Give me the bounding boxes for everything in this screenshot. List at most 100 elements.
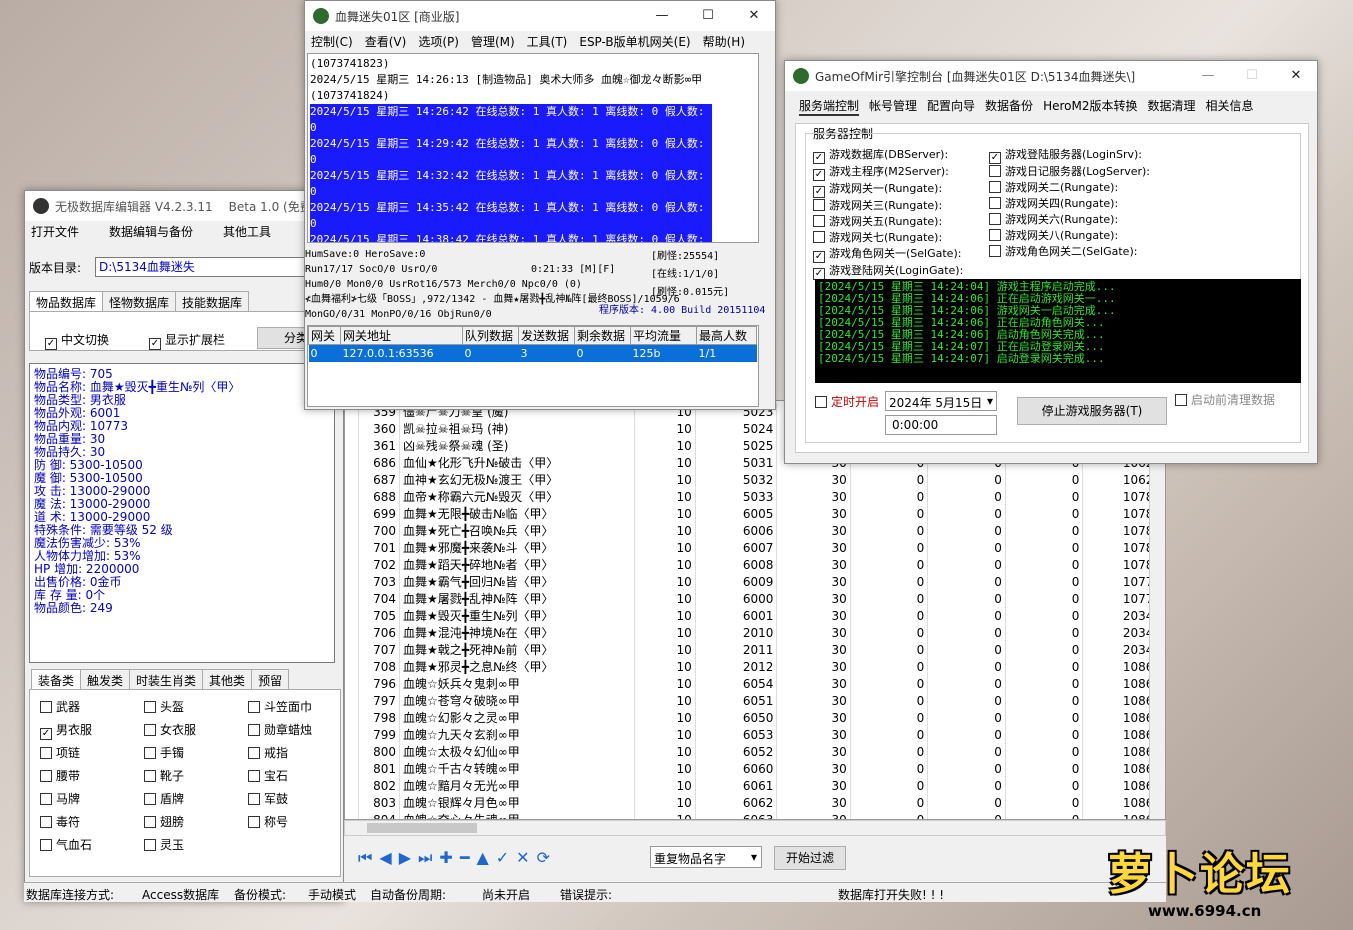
table-row[interactable]: 688 血帝★称霸六元№毁灭〈甲〉 10 5033 30 0 0 0 10781 xyxy=(345,488,1165,505)
gom-tab[interactable]: 数据清理 xyxy=(1147,97,1195,116)
table-row[interactable]: 798 血魄☆幻影々之灵∞甲 10 6050 30 0 0 0 10864 xyxy=(345,709,1165,726)
menu-edit-backup[interactable]: 数据编辑与备份 xyxy=(109,223,193,240)
table-row[interactable]: 705 血舞★毁灭╋重生№列〈甲〉 10 6001 30 0 0 0 20343 xyxy=(345,607,1165,624)
filter-button[interactable]: 开始过滤 xyxy=(774,846,846,870)
cat-tab-reserved[interactable]: 预留 xyxy=(251,669,290,691)
server-check[interactable]: 游戏网关四(Rungate): xyxy=(989,196,1150,212)
server-check[interactable]: 游戏网关五(Rungate): xyxy=(813,214,963,230)
category-check[interactable]: 女衣服 xyxy=(144,721,196,738)
close-icon[interactable]: ✕ xyxy=(1273,61,1317,91)
table-row[interactable]: 706 血舞★混沌╋神境№在〈甲〉 10 2010 30 0 0 0 20341 xyxy=(345,624,1165,641)
minimize-icon[interactable]: — xyxy=(1185,61,1231,91)
cat-tab-other[interactable]: 其他类 xyxy=(202,669,253,691)
clean-check[interactable]: 启动前清理数据 xyxy=(1175,391,1275,408)
gom-tab[interactable]: 数据备份 xyxy=(985,97,1033,116)
nav-icons[interactable]: ⏮◀▶⏭✚━▲✓✕⟳ xyxy=(358,848,557,868)
category-check[interactable]: 灵玉 xyxy=(144,836,184,853)
server-check[interactable]: 游戏日记服务器(LogServer): xyxy=(989,164,1150,180)
gom-tab[interactable]: 帐号管理 xyxy=(869,97,917,116)
opt-ext[interactable]: ✓ 显示扩展栏 xyxy=(149,331,225,350)
timer-check[interactable]: 定时开启 xyxy=(815,393,879,410)
category-check[interactable]: 头盔 xyxy=(144,698,184,715)
m2-menu-item[interactable]: 管理(M) xyxy=(471,33,515,50)
maximize-icon[interactable]: ☐ xyxy=(1229,61,1275,91)
table-row[interactable]: 700 血舞★死亡╋召唤№兵〈甲〉 10 6006 30 0 0 0 10785 xyxy=(345,522,1165,539)
cat-tab-trigger[interactable]: 触发类 xyxy=(80,669,131,691)
category-check[interactable]: 腰带 xyxy=(40,767,80,784)
gateway-row[interactable]: 0 127.0.0.1:63536 0 3 0 125b 1/1 xyxy=(308,344,757,362)
category-check[interactable]: 靴子 xyxy=(144,767,184,784)
category-check[interactable]: ✓ 男衣服 xyxy=(40,721,92,740)
server-check[interactable]: ✓ 游戏网关一(Rungate): xyxy=(813,181,963,198)
cat-tab-equip[interactable]: 装备类 xyxy=(31,669,82,691)
cat-tab-fashion[interactable]: 时装生肖类 xyxy=(129,669,204,691)
server-check[interactable]: 游戏网关二(Rungate): xyxy=(989,180,1150,196)
table-row[interactable]: 802 血魄☆黯月々无光∞甲 10 6061 30 0 0 0 10868 xyxy=(345,777,1165,794)
date-picker[interactable]: 2024年 5月15日 ▾ xyxy=(885,391,997,411)
m2-menu-item[interactable]: 工具(T) xyxy=(527,33,568,50)
server-check[interactable]: ✓ 游戏主程序(M2Server): xyxy=(813,164,963,181)
table-row[interactable]: 801 血魄☆千古々转魄∞甲 10 6060 30 0 0 0 10867 xyxy=(345,760,1165,777)
m2-menu-item[interactable]: 控制(C) xyxy=(311,33,353,50)
category-check[interactable]: 马牌 xyxy=(40,790,80,807)
m2-menu-item[interactable]: 帮助(H) xyxy=(703,33,745,50)
table-row[interactable]: 803 血魄☆银辉々月色∞甲 10 6062 30 0 0 0 10869 xyxy=(345,794,1165,811)
table-row[interactable]: 702 血舞★蹈天╋碎地№者〈甲〉 10 6008 30 0 0 0 10789 xyxy=(345,556,1165,573)
maximize-icon[interactable]: ☐ xyxy=(685,1,731,31)
close-icon[interactable]: ✕ xyxy=(731,1,775,31)
table-row[interactable]: 699 血舞★无限╋破击№临〈甲〉 10 6005 30 0 0 0 10783 xyxy=(345,505,1165,522)
table-row[interactable]: 804 血魄☆夺心々失魂∞甲 10 6063 30 0 0 0 10861 xyxy=(345,811,1165,819)
table-row[interactable]: 800 血魄☆太极々幻仙∞甲 10 6052 30 0 0 0 10866 xyxy=(345,743,1165,760)
category-check[interactable]: 气血石 xyxy=(40,836,92,853)
server-check[interactable]: ✓ 游戏角色网关一(SelGate): xyxy=(813,246,963,263)
table-row[interactable]: 703 血舞★霸气╋回归№皆〈甲〉 10 6009 30 0 0 0 10771 xyxy=(345,573,1165,590)
server-check[interactable]: 游戏网关八(Rungate): xyxy=(989,228,1150,244)
minimize-icon[interactable]: — xyxy=(639,1,685,31)
tab-items[interactable]: 物品数据库 xyxy=(29,291,104,313)
table-row[interactable]: 799 血魄☆九天々玄刹∞甲 10 6053 30 0 0 0 10865 xyxy=(345,726,1165,743)
table-row[interactable]: 797 血魄☆苍穹々破晓∞甲 10 6051 30 0 0 0 10863 xyxy=(345,692,1165,709)
category-check[interactable]: 斗笠面巾 xyxy=(248,698,312,715)
tab-monsters[interactable]: 怪物数据库 xyxy=(102,291,177,313)
category-check[interactable]: 戒指 xyxy=(248,744,288,761)
category-check[interactable]: 手镯 xyxy=(144,744,184,761)
category-check[interactable]: 毒符 xyxy=(40,813,80,830)
category-check[interactable]: 武器 xyxy=(40,698,80,715)
gom-tab[interactable]: HeroM2版本转换 xyxy=(1043,97,1137,116)
menu-other-tools[interactable]: 其他工具 xyxy=(223,223,271,240)
category-check[interactable]: 翅膀 xyxy=(144,813,184,830)
table-row[interactable]: 687 血神★玄幻无极№渡王〈甲〉 10 5032 30 0 0 0 10624 xyxy=(345,471,1165,488)
opt-chinese[interactable]: ✓ 中文切换 xyxy=(45,331,109,350)
gom-tab[interactable]: 服务端控制 xyxy=(799,97,860,116)
gom-tab[interactable]: 相关信息 xyxy=(1206,97,1254,116)
category-check[interactable]: 称号 xyxy=(248,813,288,830)
table-row[interactable]: 708 血舞★邪灵╋之息№终〈甲〉 10 2012 30 0 0 0 10860 xyxy=(345,658,1165,675)
category-check[interactable]: 盾牌 xyxy=(144,790,184,807)
m2-menu-item[interactable]: ESP-B版单机网关(E) xyxy=(579,33,690,50)
gom-tab[interactable]: 配置向导 xyxy=(927,97,975,116)
time-picker[interactable]: 0:00:00 xyxy=(885,415,997,435)
log-scrollbar[interactable] xyxy=(759,53,775,243)
category-check[interactable]: 宝石 xyxy=(248,767,288,784)
server-check[interactable]: ✓ 游戏登陆网关(LoginGate): xyxy=(813,263,963,280)
menu-open-file[interactable]: 打开文件 xyxy=(31,223,79,240)
category-check[interactable]: 军鼓 xyxy=(248,790,288,807)
m2-menu-item[interactable]: 查看(V) xyxy=(365,33,407,50)
category-check[interactable]: 项链 xyxy=(40,744,80,761)
table-row[interactable]: 701 血舞★邪魔╋来袭№斗〈甲〉 10 6007 30 0 0 0 10787 xyxy=(345,539,1165,556)
table-row[interactable]: 707 血舞★戟之╋死神№前〈甲〉 10 2011 30 0 0 0 20340 xyxy=(345,641,1165,658)
server-check[interactable]: ✓ 游戏数据库(DBServer): xyxy=(813,147,963,164)
server-check[interactable]: ✓ 游戏登陆服务器(LoginSrv): xyxy=(989,147,1150,164)
table-row[interactable]: 796 血魄☆妖兵々鬼刺∞甲 10 6054 30 0 0 0 10862 xyxy=(345,675,1165,692)
list-hscrollbar[interactable] xyxy=(344,820,1166,836)
category-check[interactable]: 勋章蜡烛 xyxy=(248,721,312,738)
dup-select[interactable]: 重复物品名字 ▾ xyxy=(650,846,762,868)
table-row[interactable]: 704 血舞★屠戮╋乱神№阵〈甲〉 10 6000 30 0 0 0 10773 xyxy=(345,590,1165,607)
tab-skills[interactable]: 技能数据库 xyxy=(175,291,250,313)
server-check[interactable]: 游戏角色网关二(SelGate): xyxy=(989,244,1150,260)
server-check[interactable]: 游戏网关六(Rungate): xyxy=(989,212,1150,228)
stop-server-button[interactable]: 停止游戏服务器(T) xyxy=(1017,397,1167,425)
server-check[interactable]: 游戏网关七(Rungate): xyxy=(813,230,963,246)
m2-menu-item[interactable]: 选项(P) xyxy=(418,33,459,50)
server-check[interactable]: 游戏网关三(Rungate): xyxy=(813,198,963,214)
